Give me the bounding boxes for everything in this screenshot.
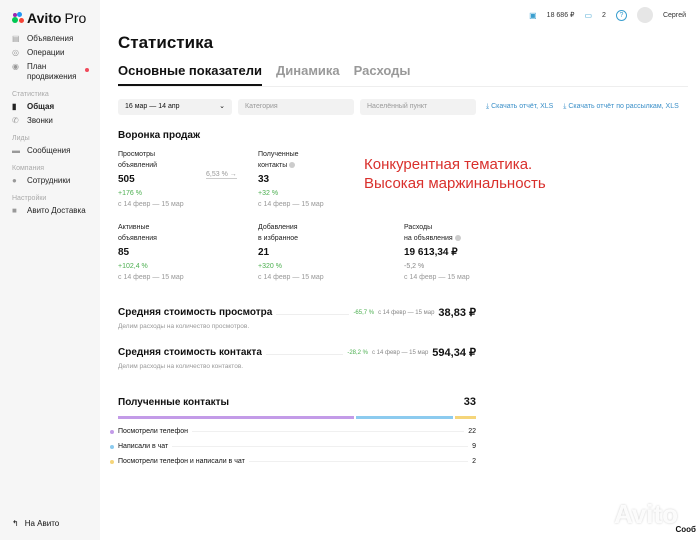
avg-view-cost-desc: Делим расходы на количество просмотров. (118, 323, 250, 330)
contacts-bar (118, 416, 476, 419)
divider (118, 86, 688, 87)
date-range-value: 16 мар — 14 апр (125, 103, 180, 110)
bonus-icon: ▭ (584, 10, 593, 20)
brand-name: Avito (27, 10, 62, 26)
to-avito-label: На Авито (24, 519, 60, 528)
avito-logo-icon (12, 12, 24, 24)
funnel-title: Воронка продаж (118, 130, 201, 141)
help-icon[interactable]: ? (615, 9, 627, 21)
section-title: Лиды (12, 135, 30, 142)
legend-item: Посмотрели телефон 22 (110, 428, 476, 435)
sidebar-item-delivery[interactable]: ■ Авито Доставка (12, 206, 100, 216)
list-icon: ▤ (12, 34, 20, 43)
sidebar-item-label: Звонки (27, 116, 53, 125)
sidebar-item-messages[interactable]: ▬ Сообщения (12, 146, 100, 156)
download-report-label: Скачать отчёт, XLS (491, 103, 554, 110)
contacts-header: Полученные контакты 33 (118, 396, 476, 408)
sidebar-item-operations[interactable]: ◎ Операции (12, 48, 100, 58)
notification-dot (85, 68, 89, 72)
metric-expenses: Расходы на объявления 19 613,34 ₽ -5,2 % с … (404, 224, 470, 281)
avg-contact-cost: Средняя стоимость контакта -28,2 % с 14 фе… (118, 347, 476, 359)
avito-watermark: Avito (613, 499, 678, 529)
category-select[interactable]: Категория (238, 99, 354, 115)
download-icon: ⤓ (563, 103, 567, 110)
avg-view-cost: Средняя стоимость просмотра -65,7 % с 14 ф… (118, 307, 476, 319)
ruble-circle-icon: ◎ (12, 48, 19, 57)
topbar: ▣ 18 686 ₽ ▭ 2 ? Сергей (529, 7, 686, 23)
metric-views: Просмотры объявлений 505 +176 % с 14 февр — … (118, 151, 184, 208)
metric-contacts: Полученные контакты 33 +32 % с 14 февр — 15… (258, 151, 324, 208)
user-name[interactable]: Сергей (663, 12, 686, 19)
download-mailing-report-link[interactable]: ⤓ Скачать отчёт по рассылкам, XLS (563, 103, 678, 111)
sidebar-item-label: Общая (27, 102, 55, 111)
truck-icon: ■ (12, 206, 17, 215)
info-icon[interactable] (454, 235, 461, 242)
sidebar-item-label: Операции (27, 48, 65, 57)
bar-segment (454, 416, 476, 419)
section-title: Настройки (12, 195, 47, 202)
section-title: Компания (12, 165, 45, 172)
page-title: Статистика (118, 33, 214, 52)
avatar[interactable] (636, 7, 653, 23)
avito-pro-logo[interactable]: Avito Pro (12, 10, 100, 26)
avg-contact-cost-desc: Делим расходы на количество контактов. (118, 363, 244, 370)
sidebar-item-ads[interactable]: ▤ Объявления (12, 34, 100, 44)
sidebar-item-calls[interactable]: ✆ Звонки (12, 116, 100, 126)
metric-favorites: Добавления в избранное 21 +320 % с 14 февр —… (258, 224, 324, 281)
bonus-count[interactable]: 2 (602, 12, 606, 19)
balance[interactable]: 18 686 ₽ (547, 11, 575, 19)
section-title: Статистика (12, 91, 49, 98)
sidebar-item-employees[interactable]: ● Сотрудники (12, 176, 100, 186)
phone-icon: ✆ (12, 116, 19, 125)
legend-item: Посмотрели телефон и написали в чат 2 (110, 458, 476, 465)
metric-active-ads: Активные объявления 85 +102,4 % с 14 февр — … (118, 224, 184, 281)
brand-suffix: Pro (64, 10, 87, 26)
arrow-right-icon: → (229, 171, 237, 178)
user-icon: ● (12, 176, 17, 185)
conversion-rate[interactable]: 6,53 % → (206, 171, 237, 179)
download-report-link[interactable]: ⤓ Скачать отчёт, XLS (486, 103, 553, 111)
sidebar-item-promo-plan[interactable]: ◉ План продвижения (12, 62, 100, 82)
tab-main-metrics[interactable]: Основные показатели (118, 63, 262, 86)
bar-chart-icon: ▮ (12, 102, 17, 111)
sidebar-item-label: Объявления (27, 34, 74, 43)
sidebar-item-label: План продвижения (27, 62, 77, 81)
tabs: Основные показатели Динамика Расходы (118, 63, 411, 86)
info-icon[interactable] (289, 162, 296, 169)
annotation-note: Конкурентная тематика. Высокая маржиналь… (364, 156, 546, 192)
chevron-down-icon: ⌄ (219, 103, 225, 110)
bar-segment (356, 416, 453, 419)
date-range-select[interactable]: 16 мар — 14 апр ⌄ (118, 99, 232, 115)
chat-icon: ▬ (12, 146, 20, 155)
legend-item: Написали в чат 9 (110, 443, 476, 450)
bar-segment (118, 416, 354, 419)
tab-dynamics[interactable]: Динамика (276, 63, 340, 86)
sidebar-item-label: Авито Доставка (27, 206, 86, 215)
messages-button[interactable]: Сооб (676, 525, 696, 534)
wallet-icon: ▣ (529, 10, 537, 20)
download-icon: ⤓ (486, 103, 490, 110)
city-select[interactable]: Населённый пункт (360, 99, 476, 115)
sidebar-item-general[interactable]: ▮ Общая (12, 102, 100, 112)
sidebar-item-label: Сообщения (27, 146, 71, 155)
download-mailing-label: Скачать отчёт по рассылкам, XLS (568, 103, 679, 110)
tab-expenses[interactable]: Расходы (354, 63, 411, 86)
sidebar: Avito Pro ▤ Объявления ◎ Операции ◉ План про… (0, 0, 100, 540)
to-avito-link[interactable]: ↰ На Авито (12, 519, 59, 528)
eye-icon: ◉ (12, 62, 19, 71)
back-arrow-icon: ↰ (12, 519, 19, 528)
filters: 16 мар — 14 апр ⌄ Категория Населённый пу… (118, 99, 679, 115)
sidebar-item-label: Сотрудники (27, 176, 71, 185)
